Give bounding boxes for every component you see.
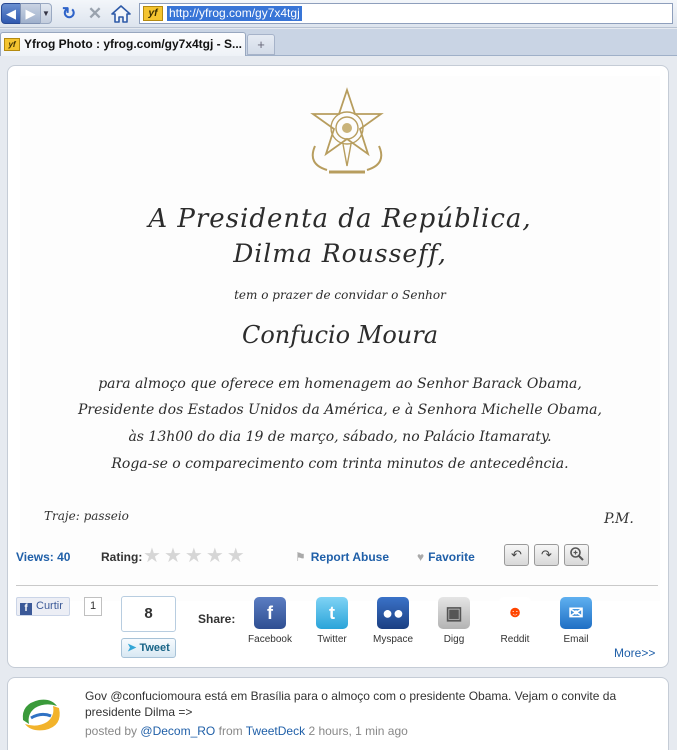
- tab-favicon: yf: [4, 38, 20, 51]
- tweet-label: Tweet: [139, 642, 170, 654]
- facebook-icon: f: [254, 597, 286, 629]
- tweet-text: Gov @confuciomoura está em Brasília para…: [85, 689, 617, 719]
- share-facebook-label: Facebook: [248, 634, 292, 645]
- invitation-heading: A Presidenta da República,: [148, 204, 532, 234]
- twitter-icon: t: [316, 597, 348, 629]
- from-label: from: [218, 724, 243, 738]
- envelope-icon: ✉: [560, 597, 592, 629]
- share-facebook-button[interactable]: f Facebook: [238, 597, 302, 645]
- divider: [16, 585, 658, 586]
- share-digg-label: Digg: [443, 634, 465, 645]
- share-twitter-label: Twitter: [317, 634, 347, 645]
- avatar-logo-icon: [22, 699, 60, 731]
- rotate-left-icon: ↶: [511, 547, 522, 562]
- home-icon: [111, 5, 131, 23]
- invitation-photo[interactable]: A Presidenta da República, Dilma Roussef…: [20, 76, 660, 601]
- star-icon[interactable]: ★: [227, 545, 245, 567]
- plus-icon: +: [257, 37, 265, 52]
- history-dropdown-button[interactable]: ▼: [40, 3, 52, 24]
- heart-icon: ♥: [417, 550, 425, 564]
- tweet-timestamp: 2 hours, 1 min ago: [308, 724, 408, 738]
- more-share-link[interactable]: More>>: [614, 646, 655, 660]
- posted-by-label: posted by: [85, 724, 138, 738]
- tweet-button[interactable]: ➤ Tweet: [121, 638, 176, 658]
- author-link[interactable]: @Decom_RO: [140, 724, 215, 738]
- digg-icon: ▣: [438, 597, 470, 629]
- avatar[interactable]: [17, 690, 65, 738]
- home-button[interactable]: [111, 5, 131, 23]
- share-twitter-button[interactable]: t Twitter: [300, 597, 364, 645]
- rotate-left-button[interactable]: ↶: [504, 544, 529, 566]
- url-input[interactable]: http://yfrog.com/gy7x4tgj: [167, 6, 302, 21]
- rating-label: Rating:: [101, 550, 143, 564]
- share-email-button[interactable]: ✉ Email: [544, 597, 608, 645]
- address-bar[interactable]: yf http://yfrog.com/gy7x4tgj: [139, 3, 673, 24]
- photo-card: A Presidenta da República, Dilma Roussef…: [7, 65, 669, 668]
- like-label: Curtir: [36, 600, 63, 612]
- myspace-icon: ●●: [377, 597, 409, 629]
- reload-icon: ↻: [61, 4, 77, 23]
- invitation-body-line: Roga-se o comparecimento com trinta minu…: [111, 456, 569, 472]
- zoom-button[interactable]: [564, 544, 589, 566]
- tab-title: Yfrog Photo : yfrog.com/gy7x4tgj - S...: [24, 37, 243, 51]
- star-icon[interactable]: ★: [206, 545, 224, 567]
- share-label: Share:: [198, 612, 236, 626]
- chevron-down-icon: ▼: [42, 9, 50, 18]
- invitation-rsvp: P.M.: [604, 511, 634, 527]
- star-icon[interactable]: ★: [143, 545, 161, 567]
- tab-yfrog[interactable]: yf Yfrog Photo : yfrog.com/gy7x4tgj - S.…: [0, 32, 246, 56]
- rotate-right-button[interactable]: ↷: [534, 544, 559, 566]
- back-arrow-icon: ◀: [6, 6, 16, 21]
- share-reddit-button[interactable]: ☻ Reddit: [483, 597, 547, 645]
- twitter-bird-icon: ➤: [127, 642, 140, 654]
- report-abuse-link[interactable]: ⚑ Report Abuse: [295, 550, 389, 564]
- tab-strip: yf Yfrog Photo : yfrog.com/gy7x4tgj - S.…: [0, 29, 677, 56]
- rating-stars: ★ ★ ★ ★ ★: [143, 545, 245, 567]
- report-abuse-label: Report Abuse: [310, 550, 389, 564]
- new-tab-button[interactable]: +: [247, 34, 275, 55]
- share-reddit-label: Reddit: [500, 634, 530, 645]
- stop-icon: ✕: [87, 4, 103, 23]
- share-digg-button[interactable]: ▣ Digg: [422, 597, 486, 645]
- star-icon[interactable]: ★: [164, 545, 182, 567]
- facebook-like-button[interactable]: f Curtir: [16, 597, 70, 616]
- back-button[interactable]: ◀: [1, 3, 21, 24]
- tweet-card: Gov @confuciomoura está em Brasília para…: [7, 677, 669, 750]
- favorite-link[interactable]: ♥ Favorite: [417, 550, 475, 564]
- invitation-guest: Confucio Moura: [241, 321, 439, 349]
- reload-button[interactable]: ↻: [60, 5, 78, 23]
- favorite-label: Favorite: [428, 550, 475, 564]
- magnifier-icon: [569, 547, 584, 561]
- share-email-label: Email: [563, 634, 589, 645]
- invitation-body-line: Presidente dos Estados Unidos da América…: [78, 402, 602, 418]
- rotate-right-icon: ↷: [541, 547, 552, 562]
- forward-button[interactable]: ▶: [20, 3, 41, 24]
- reddit-icon: ☻: [499, 597, 531, 629]
- views-count: Views: 40: [16, 550, 71, 564]
- invitation-body-line: para almoço que oferece em homenagem ao …: [98, 376, 582, 392]
- facebook-icon: f: [20, 603, 32, 615]
- forward-arrow-icon: ▶: [25, 6, 36, 21]
- coat-of-arms-icon: [310, 87, 384, 174]
- client-link[interactable]: TweetDeck: [246, 724, 305, 738]
- invitation-body-line: às 13h00 do dia 19 de março, sábado, no …: [128, 429, 552, 445]
- like-count: 1: [84, 597, 103, 616]
- share-myspace-label: Myspace: [372, 634, 413, 645]
- site-favicon: yf: [143, 6, 163, 21]
- invitation-host: Dilma Rousseff,: [233, 239, 447, 268]
- star-icon[interactable]: ★: [185, 545, 203, 567]
- stop-button[interactable]: ✕: [86, 5, 104, 23]
- browser-toolbar: ◀ ▶ ▼ ↻ ✕ yf http://yfrog.com/gy7x4tgj: [0, 0, 677, 28]
- share-myspace-button[interactable]: ●● Myspace: [361, 597, 425, 645]
- invitation-dress-code: Traje: passeio: [44, 509, 129, 523]
- invitation-intro: tem o prazer de convidar o Senhor: [234, 288, 446, 302]
- tweet-meta: posted by @Decom_RO from TweetDeck 2 hou…: [85, 724, 408, 738]
- tweet-count: 8: [121, 596, 176, 632]
- flag-icon: ⚑: [295, 550, 306, 564]
